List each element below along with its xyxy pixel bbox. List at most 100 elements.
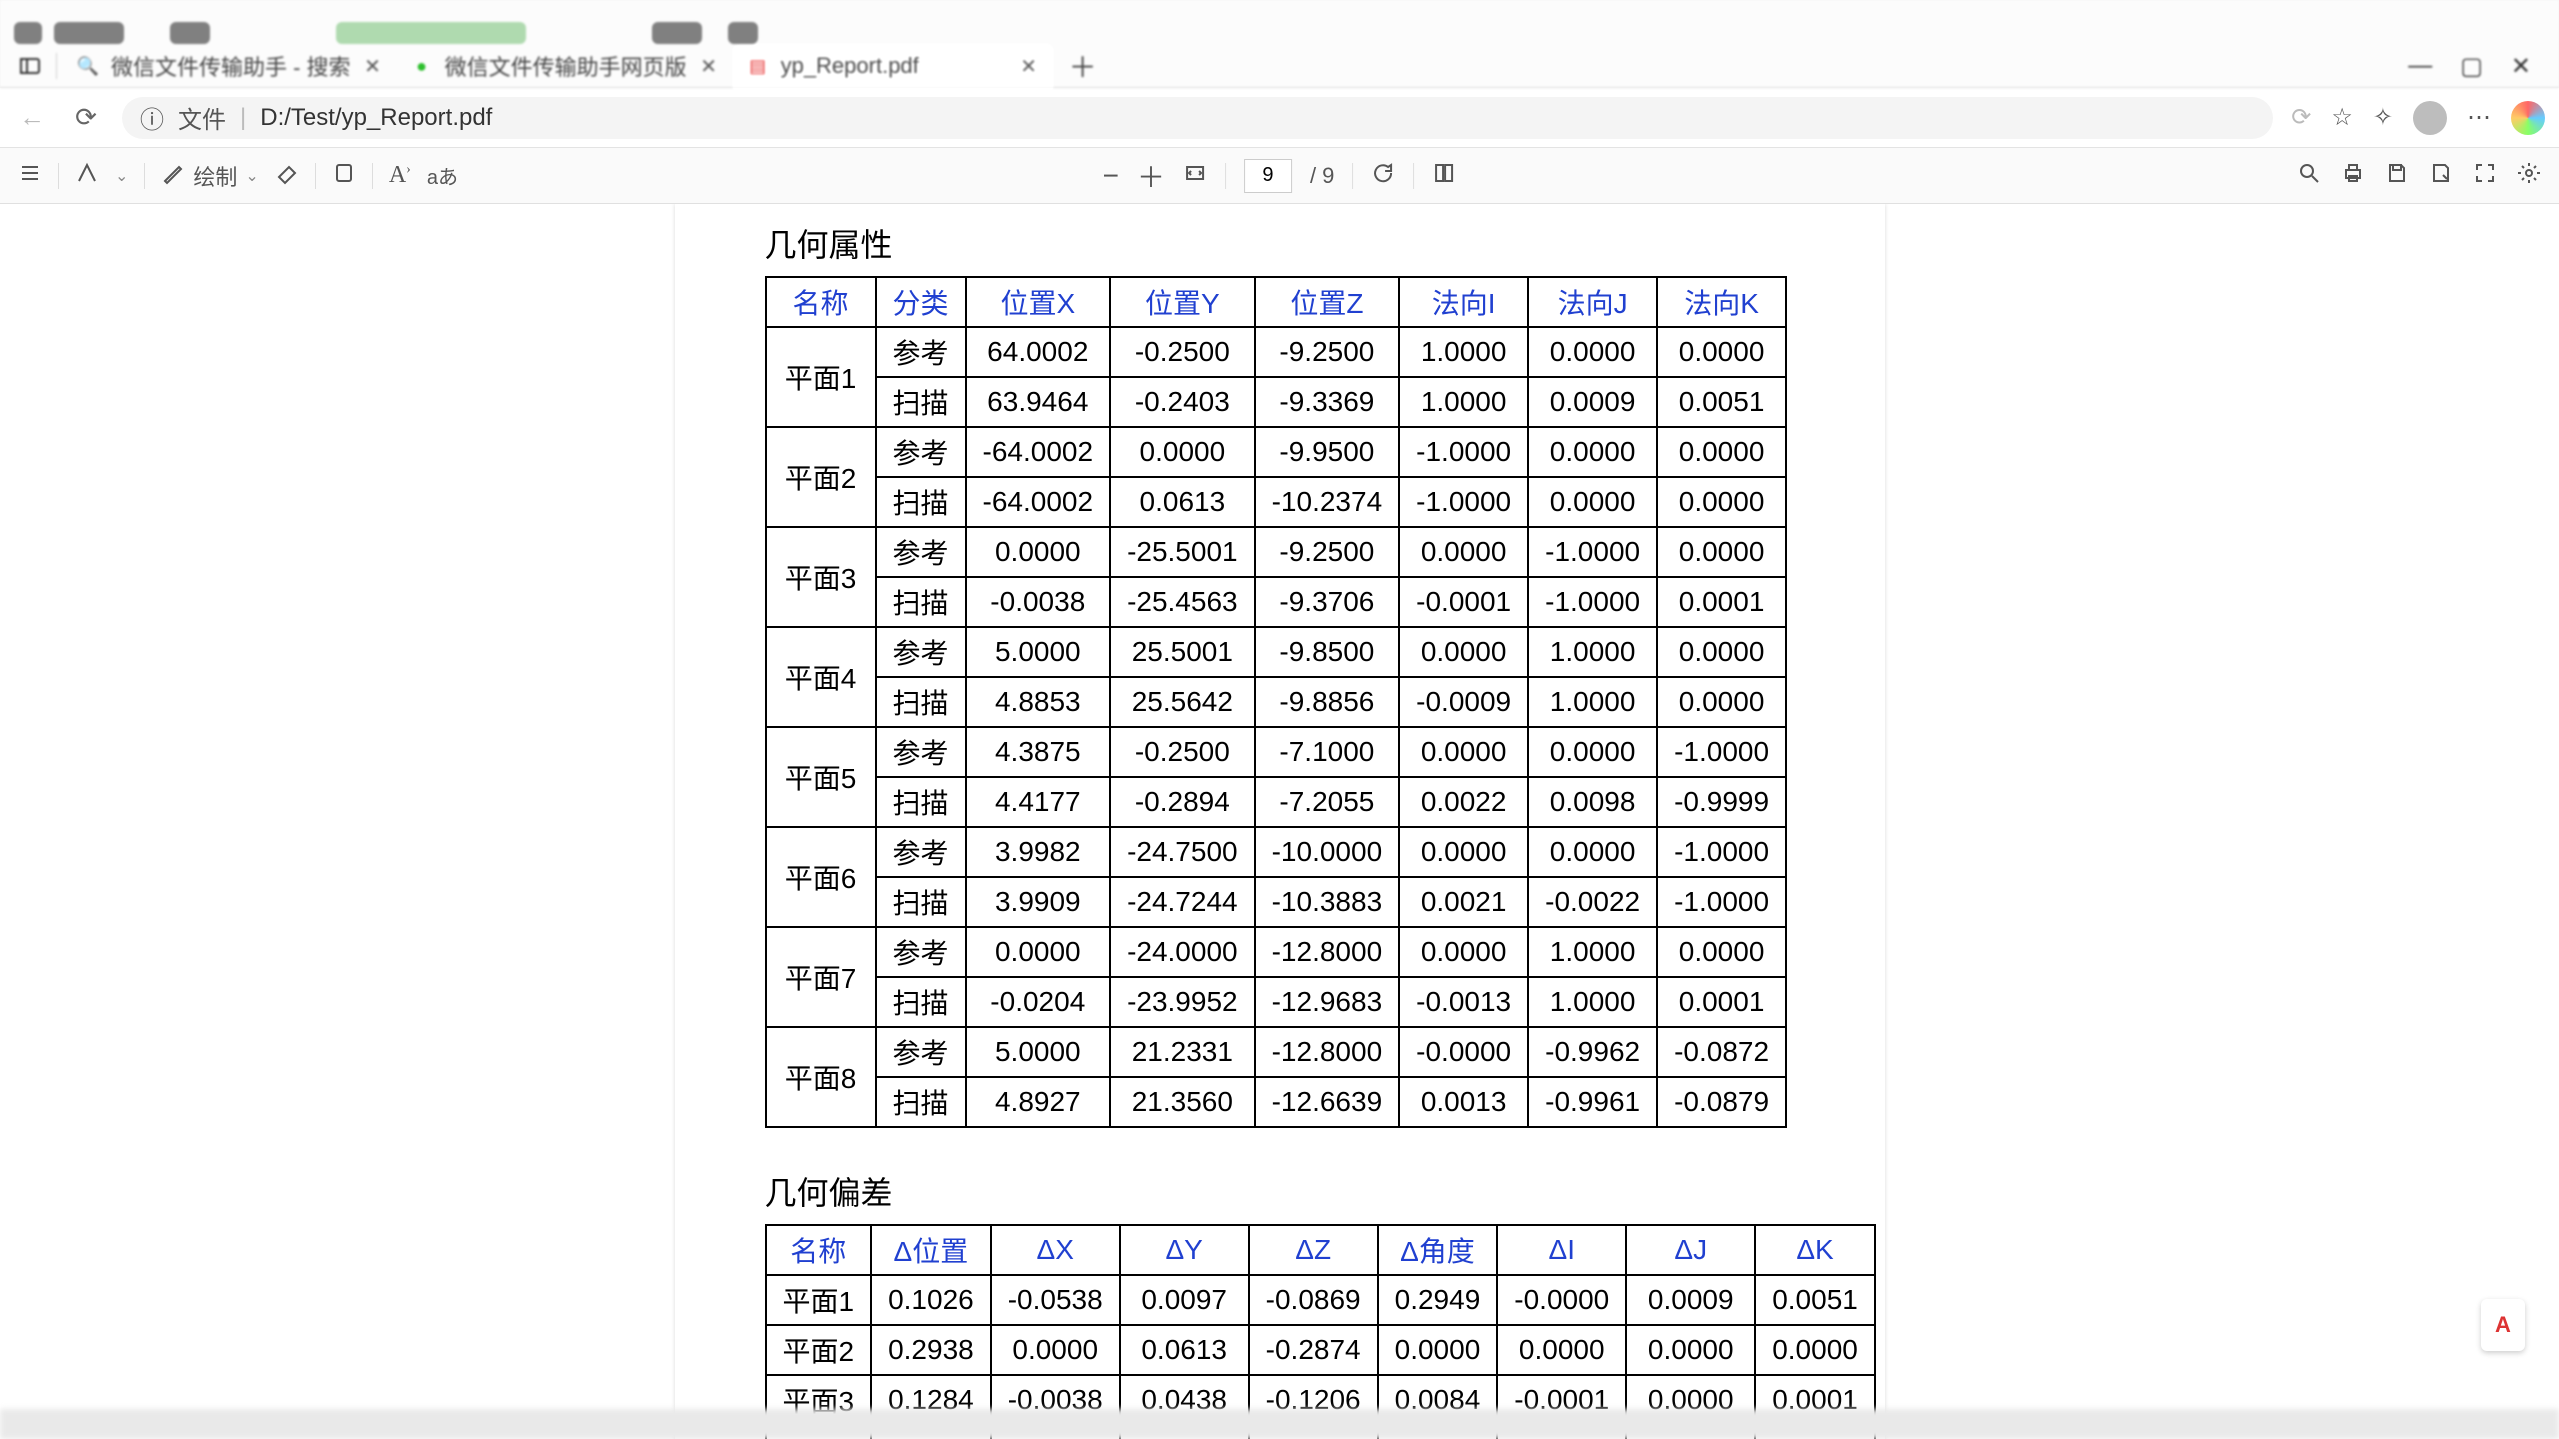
table-cell: -9.3369 [1255,377,1400,427]
find-icon[interactable] [2297,161,2321,191]
copilot-button[interactable] [2511,101,2545,135]
table-row: 平面3参考0.0000-25.5001-9.25000.0000-1.00000… [766,527,1787,577]
table-header: 分类 [876,277,966,327]
table-header: 位置Z [1255,277,1400,327]
pdf-helper-button[interactable] [2481,1299,2525,1351]
table-cell: -64.0002 [966,477,1111,527]
page-number-input[interactable] [1244,159,1292,193]
profile-avatar[interactable] [2413,101,2447,135]
table-cell: 0.0000 [1657,477,1786,527]
table-cell: 扫描 [876,677,966,727]
table-cell: 0.0013 [1399,1077,1528,1127]
table-cell: -1.0000 [1657,727,1786,777]
table-cell: 参考 [876,727,966,777]
table-cell: 参考 [876,427,966,477]
table-cell: 0.2938 [871,1325,991,1375]
table-cell: 1.0000 [1528,927,1657,977]
table-cell: 0.0000 [1657,627,1786,677]
new-tab-button[interactable]: ＋ [1063,46,1103,86]
tab-actions-button[interactable] [10,46,50,86]
table-cell: -9.8500 [1255,627,1400,677]
table-cell: 0.0000 [1657,927,1786,977]
table-cell: 1.0000 [1528,627,1657,677]
page-total: / 9 [1310,163,1334,189]
favorite-icon[interactable]: ☆ [2331,103,2353,132]
search-icon: 🔍 [77,55,99,77]
tab-3[interactable]: ▤ yp_Report.pdf ✕ [733,44,1053,88]
table-header: ΔK [1755,1225,1875,1275]
table-cell: -1.0000 [1657,827,1786,877]
close-icon[interactable]: ✕ [1019,56,1039,76]
table-cell: -0.0038 [966,577,1111,627]
zoom-in-button[interactable]: ＋ [1137,156,1165,196]
rotate-icon[interactable] [1371,161,1395,191]
table-cell: -0.2403 [1110,377,1255,427]
url-input[interactable]: ⓘ 文件 | D:/Test/yp_Report.pdf [122,97,2273,139]
close-icon[interactable]: ✕ [699,56,719,76]
sync-icon[interactable]: ⟳ [2291,103,2311,132]
print-icon[interactable] [2341,161,2365,191]
protocol-label: 文件 [178,100,226,135]
erase-icon[interactable] [275,161,299,191]
pdf-viewport[interactable]: 几何属性 名称分类位置X位置Y位置Z法向I法向J法向K 平面1参考64.0002… [0,204,2559,1439]
page-view-icon[interactable] [1432,161,1456,191]
table-cell: 0.0009 [1528,377,1657,427]
table-cell: 参考 [876,327,966,377]
table-cell: -10.0000 [1255,827,1400,877]
pdf-page: 几何属性 名称分类位置X位置Y位置Z法向I法向J法向K 平面1参考64.0002… [675,204,1885,1439]
maximize-button[interactable]: ▢ [2460,52,2483,81]
table-cell: -24.7244 [1110,877,1255,927]
table-cell: 0.2949 [1378,1275,1498,1325]
table-cell: 参考 [876,527,966,577]
draw-button[interactable]: 绘制 ⌄ [161,160,258,192]
table-cell: 1.0000 [1528,977,1657,1027]
table-cell: -10.2374 [1255,477,1400,527]
table-cell: -1.0000 [1528,577,1657,627]
table-cell: 0.1026 [871,1275,991,1325]
table-row: 平面6参考3.9982-24.7500-10.00000.00000.0000-… [766,827,1787,877]
table-row: 平面5参考4.3875-0.2500-7.10000.00000.0000-1.… [766,727,1787,777]
table-cell: 0.0001 [1657,977,1786,1027]
table-cell: -0.2500 [1110,327,1255,377]
table-cell: 0.0000 [1528,477,1657,527]
chevron-down-icon[interactable]: ⌄ [115,166,128,186]
fit-page-icon[interactable] [1183,161,1207,191]
table-row: 扫描-64.00020.0613-10.2374-1.00000.00000.0… [766,477,1787,527]
refresh-button[interactable]: ⟳ [68,100,104,136]
table-cell: -0.0013 [1399,977,1528,1027]
close-icon[interactable]: ✕ [363,56,383,76]
table-cell: 扫描 [876,477,966,527]
table-cell: -0.9961 [1528,1077,1657,1127]
table-cell: -0.0000 [1497,1275,1626,1325]
table-header: ΔI [1497,1225,1626,1275]
save-as-icon[interactable] [2429,161,2453,191]
minimize-button[interactable]: ― [2408,52,2432,81]
table-cell: -0.0872 [1657,1027,1786,1077]
back-button[interactable]: ← [14,100,50,136]
fullscreen-icon[interactable] [2473,161,2497,191]
table-cell: 0.0000 [1626,1325,1755,1375]
table-header: Δ角度 [1378,1225,1498,1275]
tab-2[interactable]: ● 微信文件传输助手网页版 ✕ [397,44,733,88]
settings-icon[interactable] [2517,161,2541,191]
contents-icon[interactable] [18,161,42,191]
table-cell: -24.7500 [1110,827,1255,877]
table-row: 扫描63.9464-0.2403-9.33691.00000.00090.005… [766,377,1787,427]
save-icon[interactable] [2385,161,2409,191]
section-title-1: 几何属性 [765,220,1795,266]
highlight-icon[interactable] [75,161,99,191]
table-cell: 63.9464 [966,377,1111,427]
table-cell: -12.9683 [1255,977,1400,1027]
row-name: 平面5 [766,727,876,827]
more-icon[interactable]: ⋯ [2467,103,2491,132]
text-icon[interactable] [332,161,356,191]
tab-1[interactable]: 🔍 微信文件传输助手 - 搜索 ✕ [63,44,397,88]
pen-icon [161,161,185,191]
close-window-button[interactable]: ✕ [2511,52,2531,81]
table-cell: 扫描 [876,377,966,427]
translate-icon[interactable]: aあ [427,161,458,190]
zoom-out-button[interactable]: − [1103,160,1119,192]
read-aloud-icon[interactable]: A› [389,162,411,189]
collections-icon[interactable]: ✧ [2373,103,2393,132]
pdf-toolbar: ⌄ 绘制 ⌄ A› aあ − ＋ / 9 [0,148,2559,204]
